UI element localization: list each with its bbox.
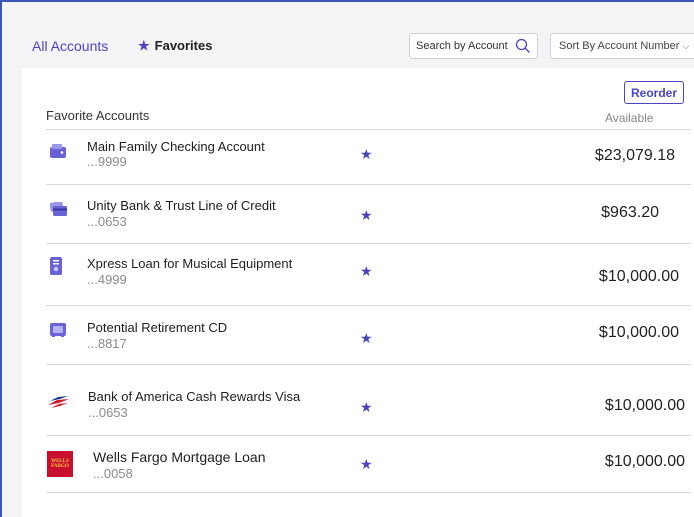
account-row[interactable]: Bank of America Cash Rewards Visa ...065…	[46, 364, 691, 435]
wallet-icon	[50, 144, 66, 158]
account-row[interactable]: Unity Bank & Trust Line of Credit ...065…	[46, 184, 691, 243]
favorite-star-icon[interactable]: ★	[360, 331, 373, 345]
star-icon: ★	[138, 38, 150, 53]
account-balance: $10,000.00	[598, 324, 679, 341]
favorite-star-icon[interactable]: ★	[360, 264, 373, 278]
account-name: Main Family Checking Account	[87, 139, 265, 154]
account-row[interactable]: Xpress Loan for Musical Equipment ...499…	[46, 243, 691, 305]
tab-all-accounts[interactable]: All Accounts	[32, 38, 108, 54]
account-balance: $10,000.00	[604, 453, 685, 470]
favorite-star-icon[interactable]: ★	[360, 147, 373, 161]
account-name: Xpress Loan for Musical Equipment	[87, 256, 293, 271]
account-balance: $23,079.18	[594, 147, 675, 164]
account-number: ...4999	[87, 272, 127, 287]
favorite-star-icon[interactable]: ★	[360, 457, 373, 471]
chevron-down-icon: ⌵	[682, 40, 690, 51]
sort-label: Sort By Account Number	[559, 40, 680, 52]
panel-title: Favorite Accounts	[46, 108, 150, 123]
favorite-star-icon[interactable]: ★	[360, 208, 373, 222]
loan-document-icon	[50, 257, 62, 275]
safe-vault-icon	[50, 323, 66, 337]
account-name: Unity Bank & Trust Line of Credit	[87, 198, 276, 213]
account-row[interactable]: WELLS FARGO Wells Fargo Mortgage Loan ..…	[46, 435, 691, 493]
account-number: ...8817	[87, 336, 127, 351]
account-number: ...0653	[88, 405, 128, 420]
favorite-star-icon[interactable]: ★	[360, 400, 373, 414]
credit-cards-icon	[50, 202, 67, 216]
search-icon[interactable]	[515, 38, 531, 54]
account-balance: $10,000.00	[604, 397, 685, 414]
account-number: ...9999	[87, 154, 127, 169]
account-balance: $10,000.00	[598, 268, 679, 285]
account-row[interactable]: Main Family Checking Account ...9999 ★ $…	[46, 129, 691, 184]
top-bar: All Accounts ★ Favorites Search by Accou…	[4, 4, 694, 68]
favorites-panel: Reorder Favorite Accounts Available Main…	[22, 68, 694, 517]
account-row[interactable]: Potential Retirement CD ...8817 ★ $10,00…	[46, 305, 691, 364]
search-placeholder: Search by Account	[416, 40, 508, 52]
account-name: Bank of America Cash Rewards Visa	[88, 389, 301, 404]
account-name: Wells Fargo Mortgage Loan	[93, 449, 266, 465]
app-frame: All Accounts ★ Favorites Search by Accou…	[0, 0, 694, 517]
account-balance: $963.20	[601, 204, 659, 221]
wells-fargo-logo: WELLS FARGO	[47, 451, 73, 477]
available-header: Available	[605, 111, 654, 125]
account-number: ...0653	[87, 214, 127, 229]
account-number: ...0058	[93, 466, 133, 481]
account-name: Potential Retirement CD	[87, 320, 228, 335]
bank-of-america-logo	[48, 396, 69, 408]
search-input[interactable]: Search by Account	[409, 33, 538, 59]
reorder-button[interactable]: Reorder	[624, 81, 684, 104]
tab-favorites-label: Favorites	[154, 38, 213, 53]
tab-favorites[interactable]: ★ Favorites	[138, 38, 212, 53]
sort-dropdown[interactable]: Sort By Account Number ⌵	[550, 33, 694, 59]
